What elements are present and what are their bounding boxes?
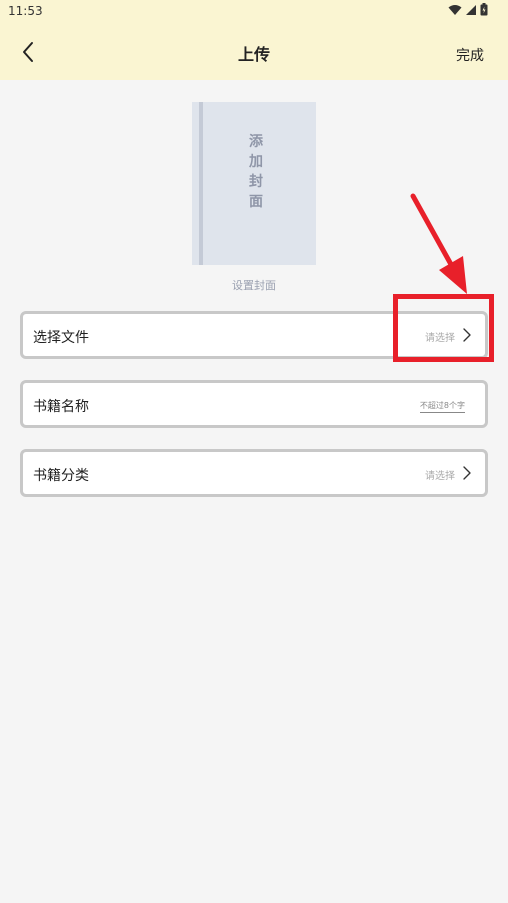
book-category-label: 书籍分类 — [33, 468, 89, 484]
cover-spine — [199, 102, 203, 265]
book-category-row[interactable]: 书籍分类 请选择 — [20, 449, 488, 497]
book-category-value: 请选择 — [425, 471, 455, 482]
cover-text-char: 封 — [249, 174, 263, 190]
cover-text-char: 面 — [249, 194, 263, 210]
cover-placeholder[interactable]: 添 加 封 面 — [192, 102, 316, 265]
cover-placeholder-text: 添 加 封 面 — [246, 132, 266, 212]
select-file-label: 选择文件 — [33, 330, 89, 346]
chevron-right-icon — [463, 466, 471, 480]
cover-text-char: 添 — [249, 134, 263, 150]
status-icons — [448, 3, 488, 16]
status-bar: 11:53 — [0, 0, 508, 24]
cover-text-char: 加 — [249, 154, 263, 170]
book-name-input[interactable]: 不超过8个字 — [419, 400, 465, 413]
book-name-row[interactable]: 书籍名称 不超过8个字 — [20, 380, 488, 428]
status-time: 11:53 — [8, 4, 43, 18]
done-button[interactable]: 完成 — [456, 45, 484, 65]
wifi-icon — [448, 4, 462, 15]
battery-icon — [480, 3, 488, 16]
page-title: 上传 — [237, 45, 270, 64]
header: 上传 完成 — [0, 24, 508, 80]
highlight-annotation-box — [393, 294, 494, 362]
book-name-label: 书籍名称 — [33, 399, 89, 415]
signal-icon — [466, 4, 476, 15]
annotation-arrow-icon — [410, 193, 467, 294]
